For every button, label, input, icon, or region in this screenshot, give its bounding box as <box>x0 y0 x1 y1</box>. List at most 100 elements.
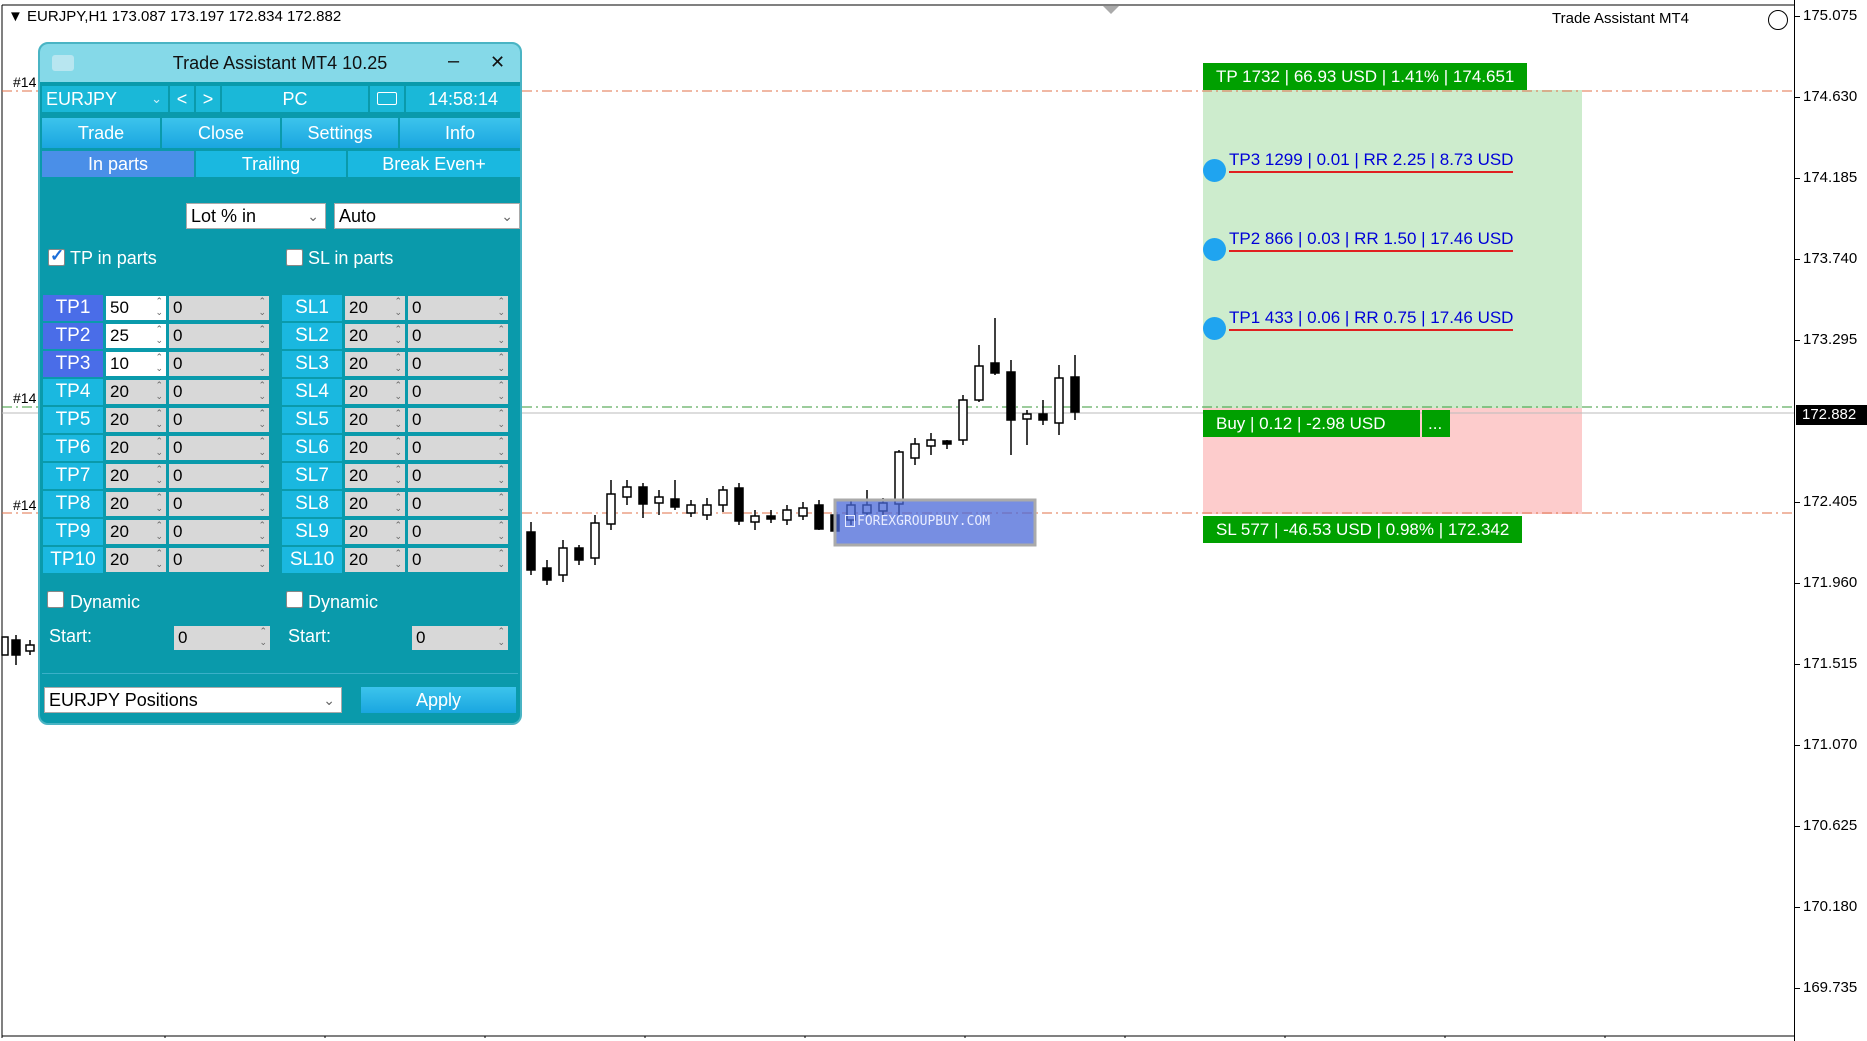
tp2-value-input[interactable]: 0 ⌃ ⌄ <box>169 324 269 348</box>
tab-info[interactable]: Info <box>400 118 520 148</box>
tp6-percent-input[interactable]: 20 ⌃ ⌄ <box>106 436 166 460</box>
sl1-percent-input[interactable]: 20 ⌃ ⌄ <box>345 296 405 320</box>
lot-mode-select[interactable]: Lot % in ⌄ <box>186 203 326 229</box>
price-label: 174.630 <box>1803 88 1858 105</box>
price-label: 171.515 <box>1803 655 1858 672</box>
tp9-label: TP9 <box>43 519 103 545</box>
sl7-value-input[interactable]: 0 ⌃ ⌄ <box>408 464 508 488</box>
tp-dynamic-checkbox[interactable] <box>47 591 64 608</box>
next-symbol-button[interactable]: > <box>196 86 220 112</box>
tp10-value-input[interactable]: 0 ⌃ ⌄ <box>169 548 269 572</box>
sl6-percent-input[interactable]: 20 ⌃ ⌄ <box>345 436 405 460</box>
sl-start-label: Start: <box>288 626 332 646</box>
chart-symbol-quote: EURJPY,H1 173.087 173.197 172.834 172.88… <box>27 8 342 25</box>
tp1-value-input[interactable]: 0 ⌃ ⌄ <box>169 296 269 320</box>
panel-divider <box>42 673 518 674</box>
tp7-value-input[interactable]: 0 ⌃ ⌄ <box>169 464 269 488</box>
tp1-handle-icon[interactable] <box>1203 317 1226 340</box>
sl5-percent-input[interactable]: 20 ⌃ ⌄ <box>345 408 405 432</box>
panel-titlebar[interactable]: Trade Assistant MT4 10.25 – ✕ <box>40 44 520 82</box>
subtab-trailing[interactable]: Trailing <box>196 151 346 177</box>
tab-close[interactable]: Close <box>162 118 280 148</box>
price-axis[interactable]: 175.075 174.630 174.185 173.740 173.295 … <box>1794 0 1867 1041</box>
minimize-button[interactable]: – <box>448 50 459 73</box>
sl8-value-input[interactable]: 0 ⌃ ⌄ <box>408 492 508 516</box>
tp5-value-input[interactable]: 0 ⌃ ⌄ <box>169 408 269 432</box>
sl4-value-input[interactable]: 0 ⌃ ⌄ <box>408 380 508 404</box>
chart-symbol-header[interactable]: ▼ EURJPY,H1 173.087 173.197 172.834 172.… <box>8 8 341 25</box>
tp3-percent-input[interactable]: 10 ⌃ ⌄ <box>106 352 166 376</box>
tp3-value-input[interactable]: 0 ⌃ ⌄ <box>169 352 269 376</box>
tp10-label: TP10 <box>43 547 103 573</box>
sl3-value-input[interactable]: 0 ⌃ ⌄ <box>408 352 508 376</box>
sl5-value-input[interactable]: 0 ⌃ ⌄ <box>408 408 508 432</box>
tp10-percent-input[interactable]: 20 ⌃ ⌄ <box>106 548 166 572</box>
tp4-value-input[interactable]: 0 ⌃ ⌄ <box>169 380 269 404</box>
sl-dynamic-checkbox[interactable] <box>286 591 303 608</box>
sl5-label: SL5 <box>282 407 342 433</box>
sl3-label: SL3 <box>282 351 342 377</box>
tp2-partial-label[interactable]: TP2 866 | 0.03 | RR 1.50 | 17.46 USD <box>1229 228 1514 252</box>
sl10-value-input[interactable]: 0 ⌃ ⌄ <box>408 548 508 572</box>
sl1-label: SL1 <box>282 295 342 321</box>
tp8-value-input[interactable]: 0 ⌃ ⌄ <box>169 492 269 516</box>
tp4-percent-input[interactable]: 20 ⌃ ⌄ <box>106 380 166 404</box>
buy-more-button[interactable]: ... <box>1422 410 1450 437</box>
sl9-value-input[interactable]: 0 ⌃ ⌄ <box>408 520 508 544</box>
trade-assistant-panel[interactable]: Trade Assistant MT4 10.25 – ✕ EURJPY ⌄ <… <box>38 42 522 725</box>
symbol-select[interactable]: EURJPY ⌄ <box>42 86 168 112</box>
sl8-percent-input[interactable]: 20 ⌃ ⌄ <box>345 492 405 516</box>
subtab-in-parts[interactable]: In parts <box>42 151 194 177</box>
tab-settings[interactable]: Settings <box>282 118 398 148</box>
tab-trade[interactable]: Trade <box>42 118 160 148</box>
tp9-percent-input[interactable]: 20 ⌃ ⌄ <box>106 520 166 544</box>
expert-advisor-title: Trade Assistant MT4 <box>1552 10 1689 27</box>
tp8-percent-input[interactable]: 20 ⌃ ⌄ <box>106 492 166 516</box>
tp1-partial-label[interactable]: TP1 433 | 0.06 | RR 0.75 | 17.46 USD <box>1229 307 1514 331</box>
tp-dynamic-label: Dynamic <box>70 592 141 612</box>
buy-tag[interactable]: Buy | 0.12 | -2.98 USD <box>1203 410 1420 437</box>
subtab-break-even[interactable]: Break Even+ <box>348 151 520 177</box>
sl6-value-input[interactable]: 0 ⌃ ⌄ <box>408 436 508 460</box>
sl2-value-input[interactable]: 0 ⌃ ⌄ <box>408 324 508 348</box>
sl3-percent-input[interactable]: 20 ⌃ ⌄ <box>345 352 405 376</box>
folder-icon[interactable] <box>370 86 404 112</box>
chevron-down-icon: ⌄ <box>323 692 335 708</box>
tp1-percent-input[interactable]: 50 ⌃ ⌄ <box>106 296 166 320</box>
chart-dropdown-icon[interactable]: ▼ <box>8 8 23 25</box>
sl-tag[interactable]: SL 577 | -46.53 USD | 0.98% | 172.342 <box>1203 516 1523 543</box>
sl2-percent-input[interactable]: 20 ⌃ ⌄ <box>345 324 405 348</box>
tp7-percent-input[interactable]: 20 ⌃ ⌄ <box>106 464 166 488</box>
sl-start-input[interactable]: 0 ⌃ ⌄ <box>412 626 508 650</box>
close-button[interactable]: ✕ <box>490 52 505 73</box>
positions-select[interactable]: EURJPY Positions ⌄ <box>44 687 342 713</box>
tp-in-parts-checkbox[interactable] <box>48 246 65 266</box>
tp3-label: TP3 <box>43 351 103 377</box>
sl9-percent-input[interactable]: 20 ⌃ ⌄ <box>345 520 405 544</box>
tp3-partial-label[interactable]: TP3 1299 | 0.01 | RR 2.25 | 8.73 USD <box>1229 149 1514 173</box>
apply-button[interactable]: Apply <box>361 687 516 713</box>
sl-in-parts-label: SL in parts <box>308 248 394 268</box>
sl10-percent-input[interactable]: 20 ⌃ ⌄ <box>345 548 405 572</box>
tp-start-input[interactable]: 0 ⌃ ⌄ <box>174 626 270 650</box>
sl7-percent-input[interactable]: 20 ⌃ ⌄ <box>345 464 405 488</box>
prev-symbol-button[interactable]: < <box>170 86 194 112</box>
tp8-label: TP8 <box>43 491 103 517</box>
tp5-percent-input[interactable]: 20 ⌃ ⌄ <box>106 408 166 432</box>
tp3-handle-icon[interactable] <box>1203 159 1226 182</box>
tp2-percent-input[interactable]: 25 ⌃ ⌄ <box>106 324 166 348</box>
tp2-handle-icon[interactable] <box>1203 238 1226 261</box>
tp-tag[interactable]: TP 1732 | 66.93 USD | 1.41% | 174.651 <box>1203 63 1528 90</box>
price-label: 173.295 <box>1803 331 1858 348</box>
sl9-label: SL9 <box>282 519 342 545</box>
sl4-percent-input[interactable]: 20 ⌃ ⌄ <box>345 380 405 404</box>
auto-mode-select[interactable]: Auto ⌄ <box>334 203 520 229</box>
tp9-value-input[interactable]: 0 ⌃ ⌄ <box>169 520 269 544</box>
order-label: #14 <box>13 497 37 513</box>
sl1-value-input[interactable]: 0 ⌃ ⌄ <box>408 296 508 320</box>
sl-in-parts-checkbox[interactable] <box>286 249 303 266</box>
tp6-value-input[interactable]: 0 ⌃ ⌄ <box>169 436 269 460</box>
price-label: 171.960 <box>1803 574 1858 591</box>
tp-in-parts-label: TP in parts <box>70 248 157 268</box>
current-price-label: 172.882 <box>1796 405 1867 425</box>
